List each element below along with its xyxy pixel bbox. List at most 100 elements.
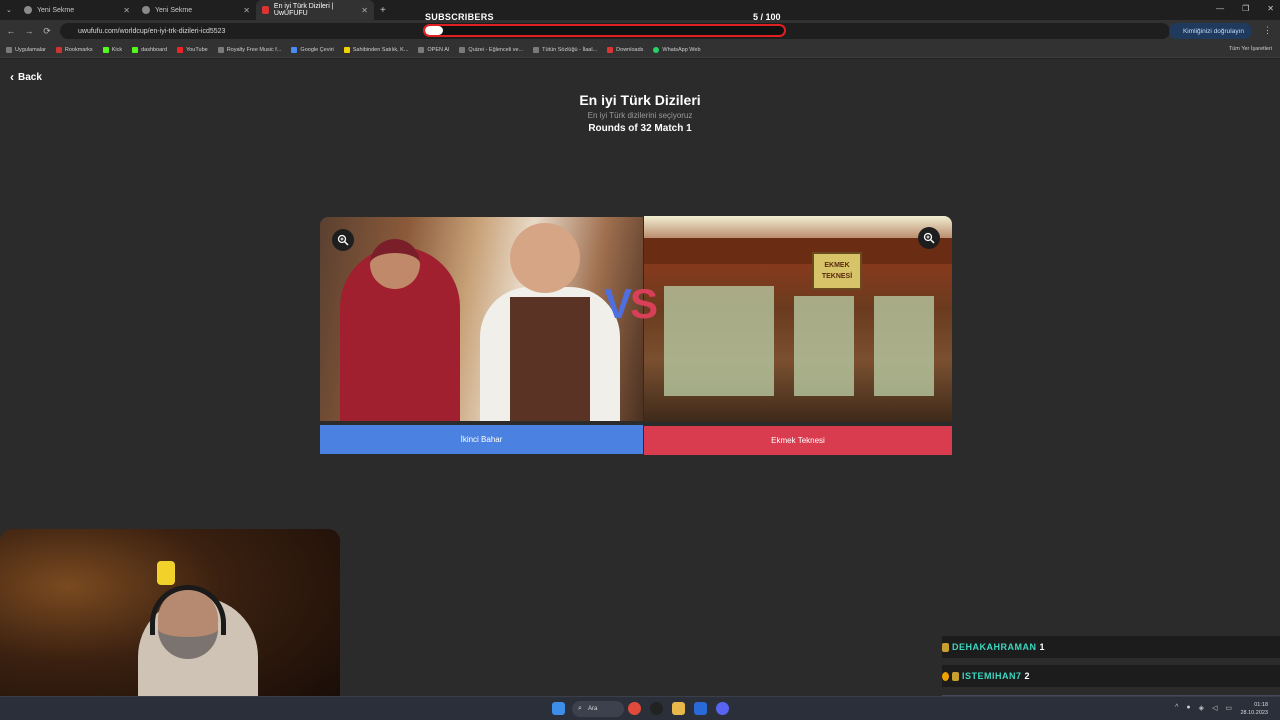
chat-username: DEHAKAHRAMAN — [952, 642, 1037, 652]
all-bookmarks-folder[interactable]: Tüm Yer İşaretleri — [1229, 46, 1272, 52]
bookmark-item[interactable]: Downloads — [607, 46, 643, 53]
system-tray: ^ ● ◈ ◁ ▭ — [1175, 704, 1232, 712]
tab-uwufufu[interactable]: En iyi Türk Dizileri | UwUFUFU ✕ — [256, 0, 374, 20]
sahibinden-icon — [343, 46, 350, 53]
woman-head — [370, 239, 420, 289]
subscribers-progress-bar — [423, 24, 786, 37]
man-head — [510, 223, 580, 293]
reload-icon[interactable]: ⟳ — [38, 26, 56, 37]
network-icon[interactable]: ◈ — [1199, 704, 1204, 712]
battery-icon[interactable]: ▭ — [1225, 704, 1232, 712]
tab-label: Yeni Sekme — [37, 6, 75, 14]
close-icon[interactable]: ✕ — [361, 6, 368, 15]
bookmark-item[interactable]: WhatsApp Web — [653, 46, 701, 53]
globe-icon — [24, 6, 32, 14]
tab-label: Yeni Sekme — [155, 6, 193, 14]
subscribers-count: 5 / 100 — [753, 12, 781, 22]
new-tab-button[interactable]: + — [374, 0, 394, 20]
taskbar-clock[interactable]: 01:18 28.10.2023 — [1240, 701, 1268, 717]
badge-icon — [942, 671, 949, 681]
window — [794, 296, 854, 396]
kick-icon — [102, 46, 109, 53]
tab-label: En iyi Türk Dizileri | UwUFUFU — [273, 3, 334, 17]
maximize-icon[interactable]: ❐ — [1242, 4, 1249, 13]
taskbar-search[interactable]: ⌕ Ara — [572, 701, 624, 717]
youtube-icon — [177, 46, 184, 53]
windows-start-icon[interactable] — [552, 702, 565, 715]
back-arrow-icon[interactable]: ← — [2, 26, 20, 36]
tab-new-1[interactable]: Yeni Sekme ✕ — [18, 0, 136, 20]
bookmarks-bar: Uygulamalar Rookmarks Kick dashboard You… — [0, 42, 1280, 58]
right-choice-button[interactable]: Ekmek Teknesi — [644, 426, 952, 455]
folder-icon[interactable] — [672, 702, 685, 715]
left-choice-label: İkinci Bahar — [460, 435, 503, 444]
url-text: uwufufu.com/worldcup/en-iyi-trk-dizileri… — [78, 27, 226, 35]
search-icon: ⌕ — [578, 705, 582, 712]
round-label: Rounds of 32 Match 1 — [588, 123, 692, 134]
tab-menu-button[interactable]: ⌄ — [0, 0, 18, 20]
right-choice-label: Ekmek Teknesi — [771, 436, 825, 445]
chrome-icon[interactable] — [628, 702, 641, 715]
close-window-icon[interactable]: ✕ — [1267, 4, 1274, 13]
browser-tab-bar: ⌄ Yeni Sekme ✕ Yeni Sekme ✕ En iyi Türk … — [0, 0, 1280, 20]
downloads-icon — [607, 46, 614, 53]
zoom-icon[interactable] — [918, 227, 940, 249]
obs-icon[interactable] — [650, 702, 663, 715]
apron — [510, 297, 590, 421]
verify-label: Kimliğinizi doğrulayın — [1182, 27, 1244, 35]
clock-date: 28.10.2023 — [1240, 710, 1268, 716]
menu-kebab-icon[interactable]: ⋮ — [1263, 25, 1272, 36]
bookmark-item[interactable]: Rookmarks — [55, 46, 93, 53]
store-icon[interactable] — [694, 702, 707, 715]
tobacco-icon — [533, 46, 540, 53]
bookmark-item[interactable]: Royalty Free Music f... — [217, 46, 281, 53]
chevron-up-icon[interactable]: ^ — [1175, 704, 1178, 712]
badge-icon — [942, 642, 949, 652]
subscribers-progress-fill — [425, 26, 443, 35]
roof — [644, 238, 952, 264]
forward-arrow-icon[interactable]: → — [20, 26, 38, 36]
bookmark-item[interactable]: OPEN AI — [418, 46, 449, 53]
left-choice-image[interactable] — [320, 217, 643, 421]
chevron-left-icon: ‹ — [10, 70, 14, 84]
back-label: Back — [18, 71, 42, 83]
headset — [150, 585, 226, 635]
right-choice-image[interactable]: EKMEK TEKNESİ — [644, 216, 952, 422]
window-controls: — ❐ ✕ — [1216, 4, 1274, 13]
bookmark-item[interactable]: Tütün Sözlüğü - İlaal... — [533, 46, 597, 53]
chat-username: ISTEMIHAN7 — [962, 671, 1022, 681]
bookmark-item[interactable]: dashboard — [132, 46, 167, 53]
tab-new-2[interactable]: Yeni Sekme ✕ — [136, 0, 256, 20]
verify-identity-button[interactable]: Kimliğinizi doğrulayın — [1168, 23, 1252, 39]
page-title: En iyi Türk Dizileri — [579, 92, 701, 108]
translate-icon — [291, 46, 298, 53]
bookmark-item[interactable]: YouTube — [177, 46, 208, 53]
bookmark-item[interactable]: Quizei - Eğlenceli ve... — [459, 46, 523, 53]
close-icon[interactable]: ✕ — [243, 6, 250, 15]
vs-label: VS — [604, 280, 658, 327]
close-icon[interactable]: ✕ — [123, 6, 130, 15]
badge-icon — [952, 671, 959, 681]
bookmark-item[interactable]: Google Çeviri — [291, 46, 334, 53]
page-subtitle: En iyi Türk dizilerini seçiyoruz — [587, 111, 693, 120]
bookmark-item[interactable]: Uygulamalar — [6, 46, 46, 53]
discord-icon[interactable] — [716, 702, 729, 715]
mic-icon[interactable]: ● — [1186, 704, 1190, 712]
zoom-icon[interactable] — [332, 229, 354, 251]
minimize-icon[interactable]: — — [1216, 4, 1224, 13]
chat-message: ISTEMIHAN7 2 — [942, 666, 1030, 686]
chat-text: 2 — [1024, 671, 1031, 681]
music-icon — [217, 46, 224, 53]
bookmark-item[interactable]: Sahibinden Satılık, K... — [343, 46, 408, 53]
left-choice-button[interactable]: İkinci Bahar — [320, 425, 643, 454]
window — [874, 296, 934, 396]
bookmark-item[interactable]: Kick — [102, 46, 122, 53]
search-label: Ara — [588, 706, 598, 712]
whatsapp-icon — [653, 46, 660, 53]
windows-taskbar: ⌕ Ara ^ ● ◈ ◁ ▭ 01:18 28.10.2023 — [0, 696, 1280, 720]
uwufufu-icon — [262, 6, 269, 14]
globe-icon — [142, 6, 150, 14]
back-button[interactable]: ‹ Back — [10, 70, 42, 84]
apps-icon — [6, 46, 12, 53]
volume-icon[interactable]: ◁ — [1212, 704, 1217, 712]
